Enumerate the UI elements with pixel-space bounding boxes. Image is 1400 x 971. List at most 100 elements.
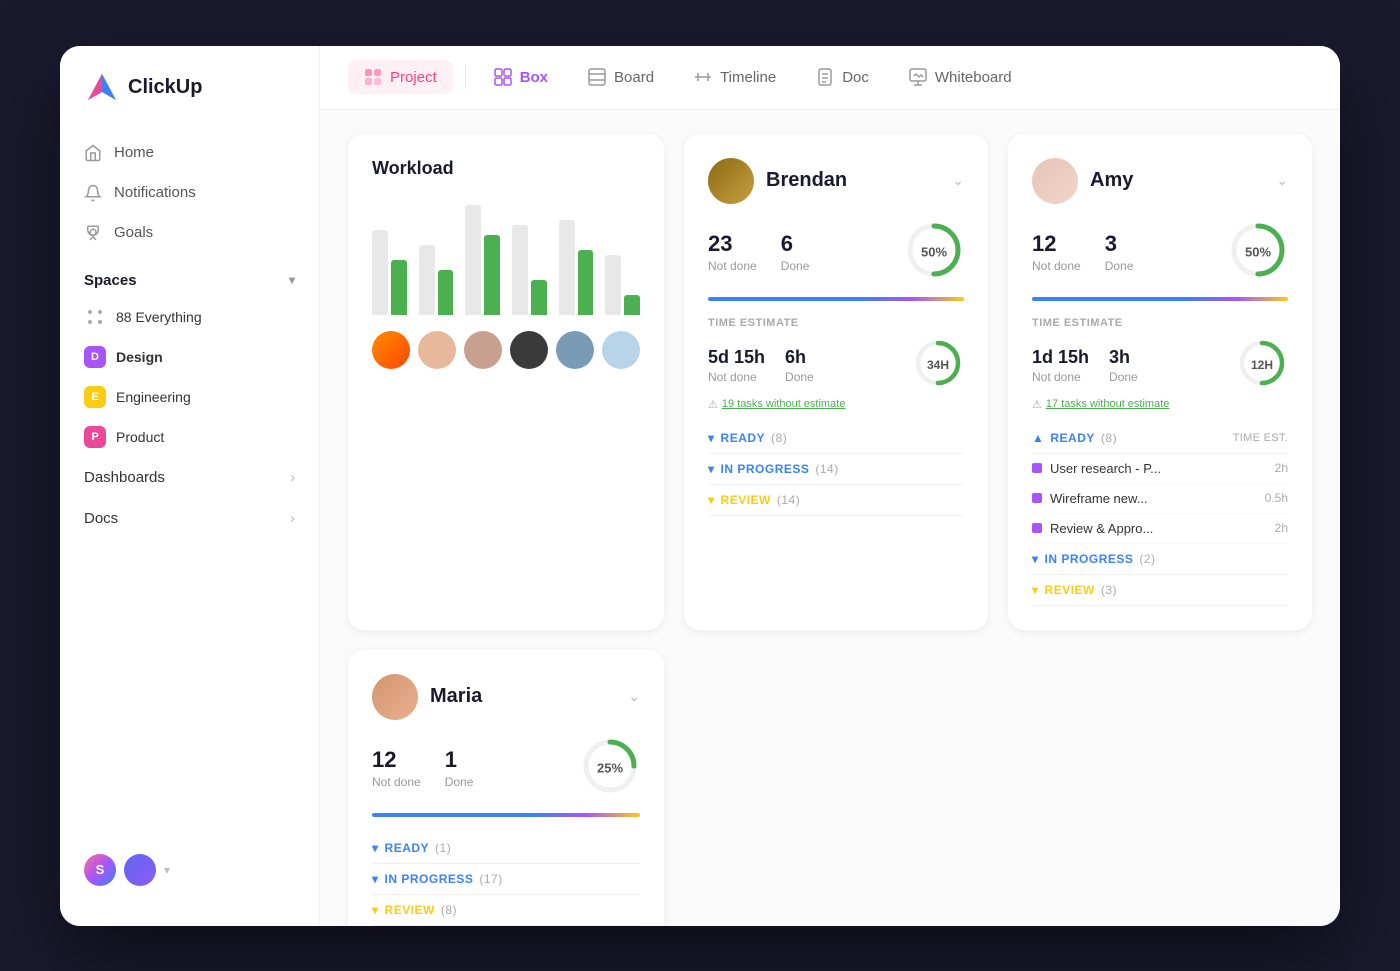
amy-person-info: Amy: [1032, 158, 1133, 204]
maria-ready-header[interactable]: ▾ READY (1): [372, 833, 640, 864]
workload-avatar-3: [464, 331, 502, 369]
board-icon: [588, 68, 606, 86]
amy-card: Amy ⌄ 12 Not done 3 Done: [1008, 134, 1312, 630]
sidebar-item-product[interactable]: P Product: [60, 417, 319, 457]
spaces-section-header[interactable]: Spaces ▾: [60, 252, 319, 297]
workload-avatar-6: [602, 331, 640, 369]
bar-group-3: [465, 205, 500, 315]
brendan-ready-header[interactable]: ▾ READY (8): [708, 423, 964, 454]
clickup-logo-icon: [84, 70, 120, 106]
amy-task-2: Wireframe new... 0.5h: [1032, 484, 1288, 514]
product-label: Product: [116, 429, 164, 445]
brendan-done-count: 6: [781, 231, 810, 257]
brendan-progress-label: 50%: [921, 245, 947, 260]
brendan-done-stat: 6 Done: [781, 231, 810, 273]
brendan-review-header[interactable]: ▾ REVIEW (14): [708, 485, 964, 516]
tab-box[interactable]: Box: [478, 60, 564, 94]
amy-warning-link[interactable]: 17 tasks without estimate: [1046, 398, 1170, 410]
amy-task-3-time: 2h: [1275, 521, 1288, 535]
sidebar-item-everything[interactable]: 88 Everything: [60, 297, 319, 337]
brendan-time-not-done-label: Not done: [708, 370, 765, 384]
maria-review-header[interactable]: ▾ REVIEW (8): [372, 895, 640, 926]
amy-ready-header[interactable]: ▲ READY (8) TIME EST.: [1032, 423, 1288, 454]
amy-time-done: 3h Done: [1109, 347, 1138, 384]
tab-board-label: Board: [614, 69, 654, 86]
sidebar-item-notifications[interactable]: Notifications: [72, 174, 307, 212]
brendan-card-header: Brendan ⌄: [708, 158, 964, 204]
maria-dropdown-icon[interactable]: ⌄: [628, 688, 640, 705]
dashboards-link[interactable]: Dashboards ›: [60, 457, 319, 498]
brendan-inprogress-label: ▾ IN PROGRESS (14): [708, 462, 839, 476]
top-navigation: Project Box Board: [320, 46, 1340, 110]
user-avatar-second[interactable]: [124, 854, 156, 886]
app-name: ClickUp: [128, 76, 202, 99]
amy-time-not-done-label: Not done: [1032, 370, 1089, 384]
sidebar-item-engineering[interactable]: E Engineering: [60, 377, 319, 417]
sidebar-item-home[interactable]: Home: [72, 134, 307, 172]
user-avatar-s[interactable]: S: [84, 854, 116, 886]
workload-avatar-4: [510, 331, 548, 369]
sidebar-navigation: Home Notifications Goals: [60, 134, 319, 252]
spaces-label: Spaces: [84, 272, 137, 289]
app-window: ClickUp Home Notifications: [60, 46, 1340, 926]
workload-avatar-5: [556, 331, 594, 369]
amy-task-1: User research - P... 2h: [1032, 454, 1288, 484]
brendan-warning-link[interactable]: 19 tasks without estimate: [722, 398, 846, 410]
tab-board[interactable]: Board: [572, 60, 670, 94]
bar-group-6: [605, 255, 640, 315]
brendan-time-not-done-value: 5d 15h: [708, 347, 765, 368]
sidebar-item-goals[interactable]: Goals: [72, 214, 307, 252]
bar-green-6: [624, 295, 640, 315]
amy-done-label: Done: [1105, 259, 1134, 273]
bar-green-4: [531, 280, 547, 315]
maria-name: Maria: [430, 685, 482, 708]
bar-gray-3: [465, 205, 481, 315]
amy-done-count: 3: [1105, 231, 1134, 257]
whiteboard-icon: [909, 68, 927, 86]
logo-area[interactable]: ClickUp: [60, 70, 319, 134]
amy-dropdown-icon[interactable]: ⌄: [1276, 172, 1288, 189]
amy-card-header: Amy ⌄: [1032, 158, 1288, 204]
amy-task-1-name: User research - P...: [1050, 461, 1267, 476]
tab-timeline[interactable]: Timeline: [678, 60, 792, 94]
brendan-avatar: [708, 158, 754, 204]
amy-not-done-count: 12: [1032, 231, 1081, 257]
amy-inprogress-header[interactable]: ▾ IN PROGRESS (2): [1032, 544, 1288, 575]
docs-link[interactable]: Docs ›: [60, 498, 319, 539]
brendan-time-done-value: 6h: [785, 347, 814, 368]
workload-chart: [372, 195, 640, 315]
maria-avatar: [372, 674, 418, 720]
tab-whiteboard[interactable]: Whiteboard: [893, 60, 1028, 94]
maria-progress-label: 25%: [597, 761, 623, 776]
amy-stats-row: 12 Not done 3 Done 50%: [1032, 220, 1288, 285]
brendan-progress-ring: 50%: [904, 220, 964, 285]
everything-icon: [84, 306, 106, 328]
brendan-dropdown-icon[interactable]: ⌄: [952, 172, 964, 189]
amy-review-header[interactable]: ▾ REVIEW (3): [1032, 575, 1288, 606]
bar-gray-2: [419, 245, 435, 315]
spaces-chevron-icon: ▾: [289, 273, 295, 287]
bottom-dropdown-icon[interactable]: ▾: [164, 863, 170, 877]
maria-review-label: ▾ REVIEW (8): [372, 903, 457, 917]
brendan-ready-label: ▾ READY (8): [708, 431, 787, 445]
maria-not-done-count: 12: [372, 747, 421, 773]
task-dot-3: [1032, 523, 1042, 533]
amy-progress-label: 50%: [1245, 245, 1271, 260]
maria-card: Maria ⌄ 12 Not done 1 Done: [348, 650, 664, 926]
brendan-inprogress-header[interactable]: ▾ IN PROGRESS (14): [708, 454, 964, 485]
trophy-icon: [84, 224, 102, 242]
maria-inprogress-header[interactable]: ▾ IN PROGRESS (17): [372, 864, 640, 895]
scroll-area[interactable]: Workload: [320, 110, 1340, 926]
tab-project[interactable]: Project: [348, 60, 453, 94]
home-icon: [84, 144, 102, 162]
sidebar: ClickUp Home Notifications: [60, 46, 320, 926]
maria-done-count: 1: [445, 747, 474, 773]
brendan-time-not-done: 5d 15h Not done: [708, 347, 765, 384]
amy-warning-icon: ⚠: [1032, 398, 1042, 411]
bell-icon: [84, 184, 102, 202]
sidebar-item-design[interactable]: D Design: [60, 337, 319, 377]
tab-timeline-label: Timeline: [720, 69, 776, 86]
tab-doc[interactable]: Doc: [800, 60, 885, 94]
maria-not-done-stat: 12 Not done: [372, 747, 421, 789]
engineering-badge: E: [84, 386, 106, 408]
